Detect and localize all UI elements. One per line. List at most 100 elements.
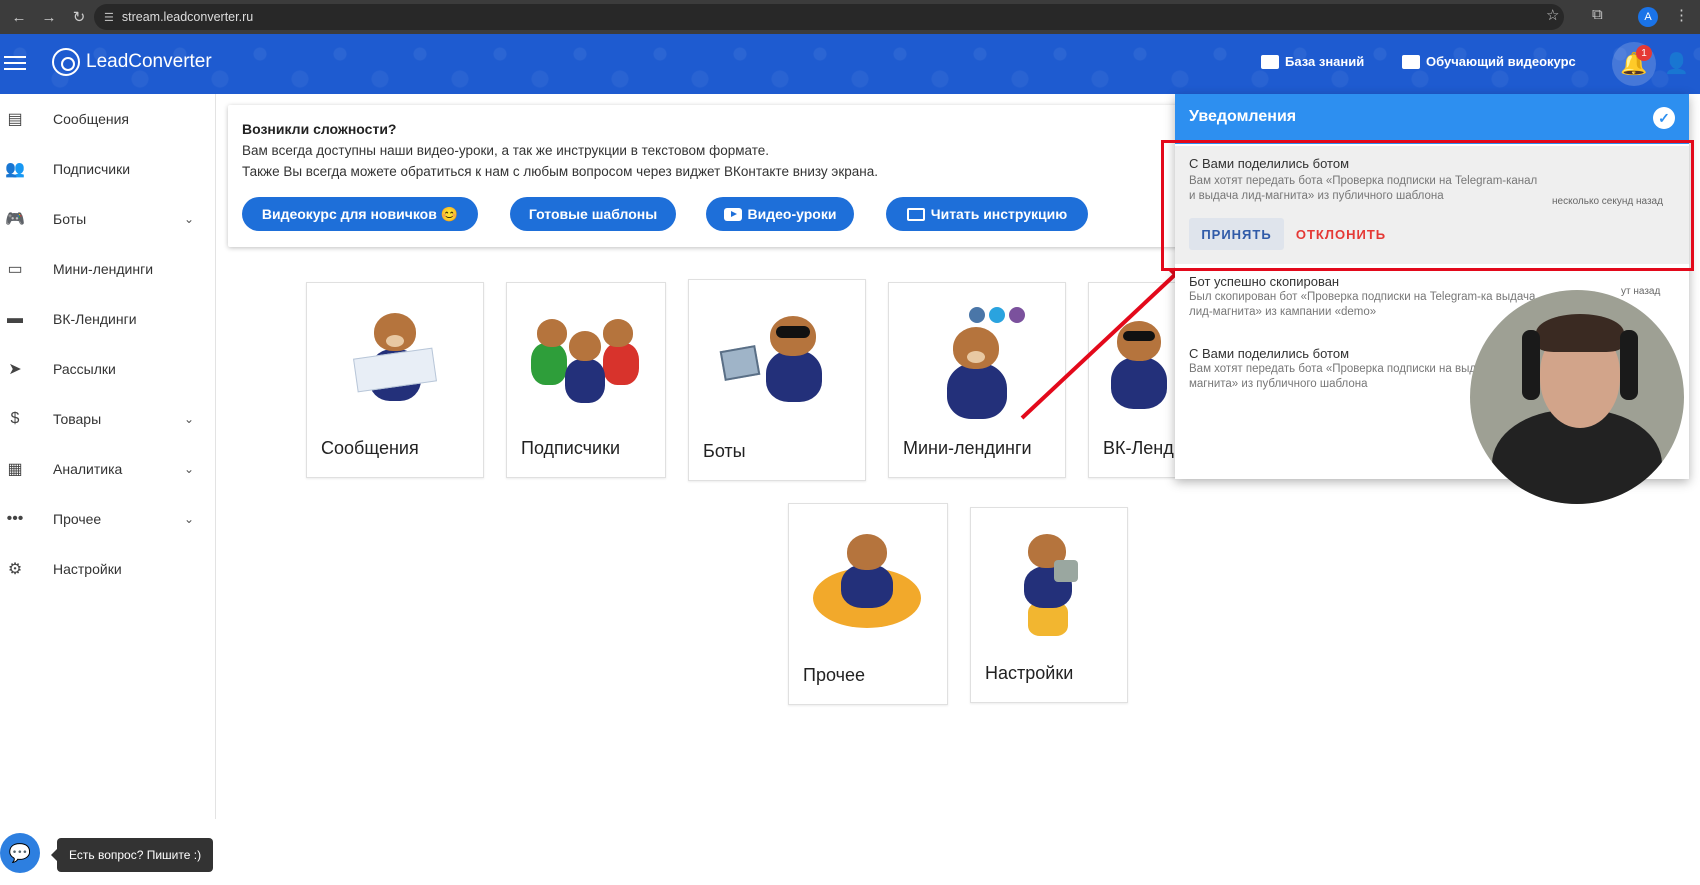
tile-settings[interactable]: Настройки [970, 507, 1128, 703]
bookmark-star-icon[interactable]: ☆ [1546, 6, 1559, 24]
robot-beaver-illustration [1111, 313, 1171, 413]
video-course-label: Обучающий видеокурс [1426, 54, 1576, 69]
sidebar-item-label: Рассылки [53, 361, 116, 377]
notification-title: С Вами поделились ботом [1189, 156, 1350, 171]
sidebar-item-subscribers[interactable]: 👥 Подписчики [0, 146, 215, 192]
dollar-icon: $ [10, 410, 20, 427]
knowledge-base-label: База знаний [1285, 54, 1365, 69]
tile-label: Боты [703, 441, 746, 461]
profile-avatar[interactable]: A [1638, 7, 1658, 27]
notification-title: С Вами поделились ботом [1189, 346, 1350, 361]
book-icon [906, 207, 925, 221]
sidebar-item-analytics[interactable]: ▦ Аналитика ⌄ [0, 446, 215, 492]
back-icon[interactable]: ← [8, 6, 30, 28]
read-instructions-button[interactable]: Читать инструкцию [886, 197, 1088, 231]
sidebar-item-vk-landings[interactable]: ▬ ВК-Лендинги [0, 296, 215, 342]
notification-time: несколько секунд назад [1552, 196, 1663, 207]
sidebar: ▤ Сообщения 👥 Подписчики 🎮 Боты ⌄ ▭ Мини… [0, 94, 216, 819]
telegram-icon [989, 307, 1005, 323]
sidebar-item-bots[interactable]: 🎮 Боты ⌄ [0, 196, 215, 242]
video-course-link[interactable]: Обучающий видеокурс [1402, 54, 1576, 69]
sidebar-item-label: Боты [53, 211, 87, 227]
notification-title: Бот успешно скопирован [1189, 274, 1340, 289]
notification-body: Был скопирован бот «Проверка подписки на… [1189, 291, 1536, 318]
chat-tooltip: Есть вопрос? Пишите :) [50, 838, 214, 872]
beaver-illustration [353, 305, 437, 415]
chat-widget-icon[interactable]: 💬 [0, 833, 40, 873]
sidebar-item-label: ВК-Лендинги [53, 311, 137, 327]
notifications-title: Уведомления [1189, 108, 1297, 125]
tile-vk-landings[interactable]: ВК-Ленд [1088, 282, 1178, 478]
more-icon: ••• [6, 510, 24, 527]
decline-button[interactable]: ОТКЛОНИТЬ [1296, 218, 1386, 250]
help-text-line: Также Вы всегда можете обратиться к нам … [242, 164, 878, 179]
notifications-header: Уведомления ✓ [1175, 94, 1689, 144]
chevron-down-icon: ⌄ [184, 512, 195, 526]
chevron-down-icon: ⌄ [184, 412, 195, 426]
url-text: stream.leadconverter.ru [121, 10, 254, 24]
tile-label: Подписчики [521, 438, 621, 458]
mark-all-read-check-icon[interactable]: ✓ [1653, 107, 1675, 129]
tile-bots[interactable]: Боты [688, 279, 866, 481]
notification-time: ут назад [1621, 286, 1661, 297]
browser-menu-icon[interactable]: ⋮ [1674, 6, 1689, 24]
sidebar-item-settings[interactable]: ⚙ Настройки [0, 546, 215, 592]
youtube-icon [723, 207, 742, 221]
site-settings-icon[interactable]: ☰ [104, 11, 114, 24]
help-card: Возникли сложности? Вам всегда доступны … [228, 105, 1198, 247]
forward-icon[interactable]: → [38, 6, 60, 28]
beaver-illustration [937, 323, 1017, 423]
chart-icon: ▦ [7, 461, 23, 478]
book-icon [1261, 54, 1279, 69]
card-icon: ▬ [7, 310, 23, 327]
send-icon: ➤ [8, 361, 22, 378]
video-lessons-label: Видео-уроки [747, 206, 837, 222]
sidebar-item-mailings[interactable]: ➤ Рассылки [0, 346, 215, 392]
sidebar-item-products[interactable]: $ Товары ⌄ [0, 396, 215, 442]
app-header: LeadConverter База знаний Обучающий виде… [0, 34, 1700, 94]
vk-icon [969, 307, 985, 323]
templates-button[interactable]: Готовые шаблоны [510, 197, 676, 231]
help-title: Возникли сложности? [242, 121, 397, 137]
tile-other[interactable]: Прочее [788, 503, 948, 705]
video-icon [1402, 54, 1420, 69]
user-icon[interactable]: 👤 [1664, 51, 1689, 76]
brand-name[interactable]: LeadConverter [86, 51, 212, 73]
chevron-down-icon: ⌄ [184, 212, 195, 226]
sidebar-item-label: Товары [53, 411, 102, 427]
tile-label: Прочее [803, 665, 865, 685]
reload-icon[interactable]: ↻ [68, 6, 90, 28]
sidebar-item-label: Настройки [53, 561, 122, 577]
gear-icon: ⚙ [7, 561, 23, 578]
logo-icon [52, 48, 80, 76]
people-icon: 👥 [5, 161, 25, 178]
notification-body: Вам хотят передать бота «Проверка подпис… [1189, 175, 1538, 202]
notification-badge: 1 [1636, 45, 1652, 61]
notification-item: С Вами поделились ботом Вам хотят переда… [1175, 146, 1689, 264]
beaver-group-illustration [531, 313, 641, 413]
sidebar-item-label: Подписчики [53, 161, 131, 177]
video-lessons-button[interactable]: Видео-уроки [706, 197, 854, 231]
extensions-icon[interactable]: ⧉ [1592, 6, 1603, 23]
accept-button[interactable]: ПРИНЯТЬ [1189, 218, 1284, 250]
sidebar-item-label: Прочее [53, 511, 102, 527]
address-bar[interactable]: ☰ stream.leadconverter.ru [94, 4, 1564, 30]
sidebar-item-messages[interactable]: ▤ Сообщения [0, 96, 215, 142]
chevron-down-icon: ⌄ [184, 462, 195, 476]
sidebar-item-label: Мини-лендинги [53, 261, 154, 277]
beginner-course-button[interactable]: Видеокурс для новичков 😊 [242, 197, 478, 231]
sidebar-item-mini-landings[interactable]: ▭ Мини-лендинги [0, 246, 215, 292]
tile-mini-landings[interactable]: Мини-лендинги [888, 282, 1066, 478]
sidebar-item-label: Сообщения [53, 111, 129, 127]
knowledge-base-link[interactable]: База знаний [1261, 54, 1364, 69]
beaver-with-tools-illustration [1014, 534, 1084, 644]
help-text-line: Вам всегда доступны наши видео-уроки, а … [242, 143, 769, 158]
tile-messages[interactable]: Сообщения [306, 282, 484, 478]
read-instructions-label: Читать инструкцию [930, 206, 1068, 222]
beaver-on-cushion-illustration [813, 534, 923, 634]
webcam-overlay [1470, 290, 1684, 504]
tile-subscribers[interactable]: Подписчики [506, 282, 666, 478]
menu-icon[interactable] [4, 52, 26, 74]
tile-label: Сообщения [321, 438, 419, 458]
sidebar-item-other[interactable]: ••• Прочее ⌄ [0, 496, 215, 542]
